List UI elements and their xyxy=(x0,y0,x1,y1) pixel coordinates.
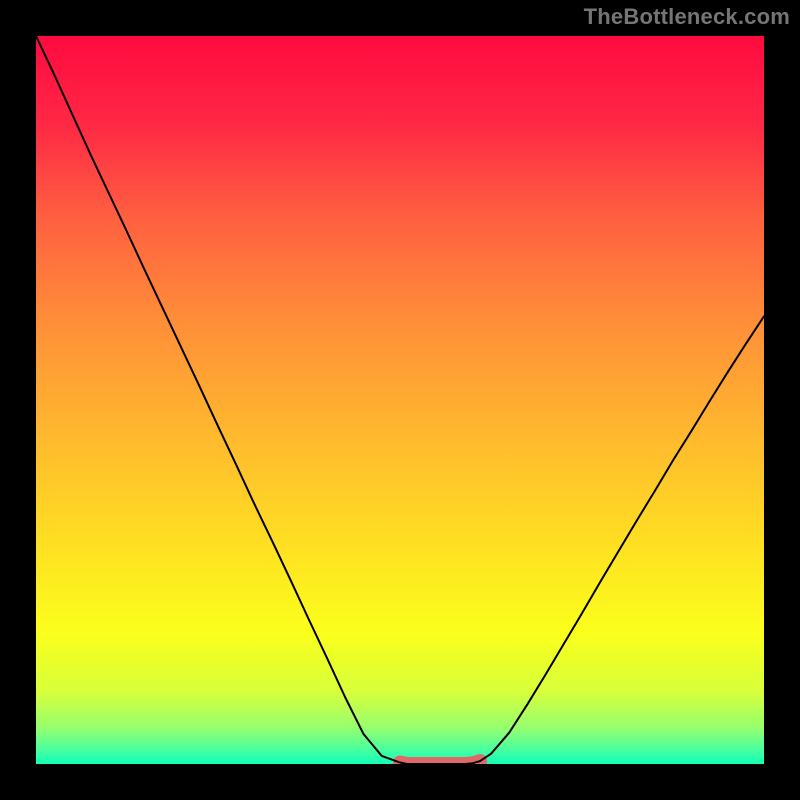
chart-frame: TheBottleneck.com xyxy=(0,0,800,800)
plot-area xyxy=(36,36,764,764)
watermark-text: TheBottleneck.com xyxy=(584,4,790,30)
bottleneck-chart xyxy=(36,36,764,764)
gradient-background xyxy=(36,36,764,764)
